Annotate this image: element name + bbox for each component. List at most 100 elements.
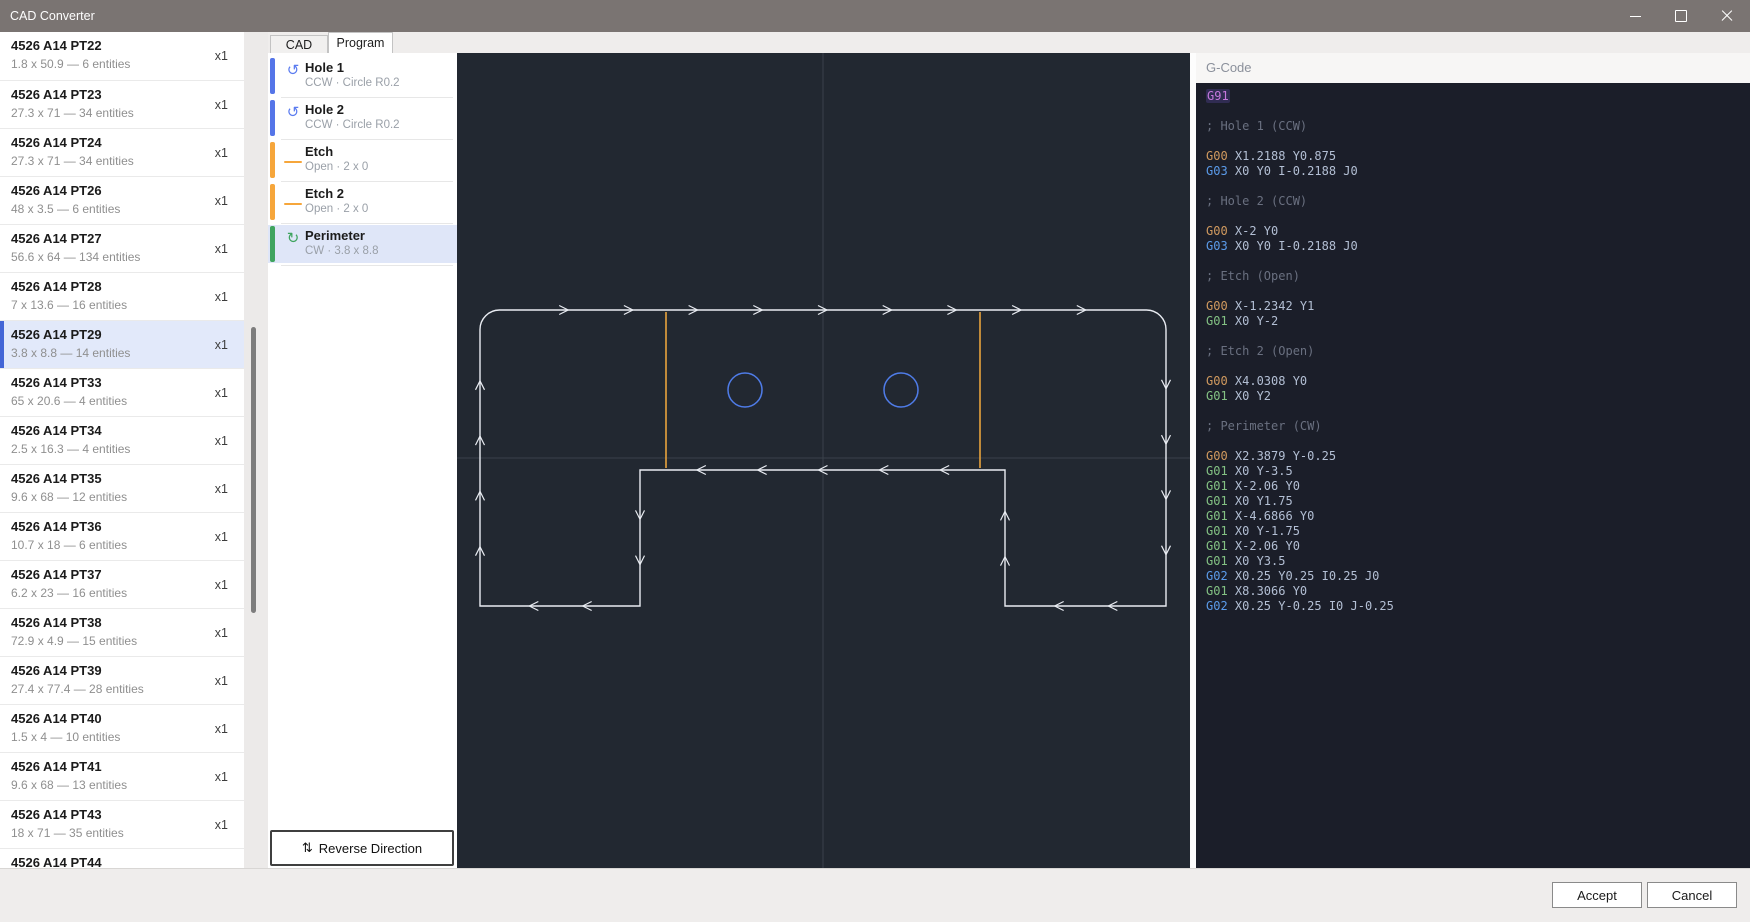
- part-quantity: x1: [215, 129, 228, 177]
- cw-circle-icon: ↻: [282, 225, 304, 251]
- part-list-item[interactable]: 4526 A14 PT37 6.2 x 23 — 16 entities x1: [0, 560, 244, 608]
- operation-row-hole-1[interactable]: ↺Hole 1CCW · Circle R0.2: [268, 57, 457, 95]
- part-list-item[interactable]: 4526 A14 PT4318 x 71 — 35 entitiesx1: [0, 800, 244, 848]
- gcode-line: G00 X-1.2342 Y1: [1206, 299, 1740, 314]
- part-quantity: x1: [215, 465, 228, 513]
- gcode-line: [1206, 359, 1740, 374]
- part-quantity: x1: [215, 609, 228, 657]
- part-name: 4526 A14 PT44: [11, 855, 102, 868]
- operation-separator: [281, 223, 453, 224]
- gcode-line: G01 X0 Y-2: [1206, 314, 1740, 329]
- part-quantity: x1: [215, 849, 228, 868]
- operation-name: Perimeter: [305, 228, 365, 243]
- operation-row-hole-2[interactable]: ↺Hole 2CCW · Circle R0.2: [268, 99, 457, 137]
- part-list-item[interactable]: 4526 A14 PT342.5 x 16.3 — 4 entitiesx1: [0, 416, 244, 464]
- part-list-item[interactable]: 4526 A14 PT44 x1: [0, 848, 244, 868]
- part-list-item[interactable]: 4526 A14 PT3610.7 x 18 — 6 entitiesx1: [0, 512, 244, 560]
- part-quantity: x1: [215, 32, 228, 80]
- operation-name: Etch 2: [305, 186, 344, 201]
- part-quantity: x1: [215, 753, 228, 801]
- ccw-circle-icon: ↺: [282, 57, 304, 83]
- gcode-line: G01 X-2.06 Y0: [1206, 539, 1740, 554]
- gcode-line: [1206, 104, 1740, 119]
- gcode-line: [1206, 434, 1740, 449]
- gcode-line: [1206, 284, 1740, 299]
- line-icon: [282, 149, 304, 175]
- titlebar: CAD Converter: [0, 0, 1750, 32]
- operation-separator: [281, 139, 453, 140]
- part-list-item[interactable]: 4526 A14 PT221.8 x 50.9 — 6 entitiesx1: [0, 32, 244, 80]
- gcode-header: G-Code: [1196, 53, 1750, 83]
- gcode-line: [1206, 134, 1740, 149]
- part-quantity: x1: [215, 561, 228, 609]
- etch-line-glyph: [284, 161, 302, 163]
- part-name: 4526 A14 PT39: [11, 663, 102, 678]
- minimize-button[interactable]: [1612, 0, 1658, 32]
- line-icon: [282, 191, 304, 217]
- operation-row-perimeter[interactable]: ↻PerimeterCW · 3.8 x 8.8: [268, 225, 457, 263]
- part-quantity: x1: [215, 657, 228, 705]
- part-list-item[interactable]: 4526 A14 PT2756.6 x 64 — 134 entitiesx1: [0, 224, 244, 272]
- operation-subtitle: Open · 2 x 0: [305, 203, 368, 215]
- tab-cad-view[interactable]: CAD View: [270, 35, 328, 53]
- gcode-line: ; Etch (Open): [1206, 269, 1740, 284]
- maximize-icon: [1675, 10, 1687, 22]
- gcode-line: ; Etch 2 (Open): [1206, 344, 1740, 359]
- gcode-line: [1206, 404, 1740, 419]
- part-dimensions: 18 x 71 — 35 entities: [11, 826, 124, 840]
- part-dimensions: 1.8 x 50.9 — 6 entities: [11, 57, 130, 71]
- gcode-line: ; Hole 1 (CCW): [1206, 119, 1740, 134]
- close-button[interactable]: [1704, 0, 1750, 32]
- gcode-line: ; Perimeter (CW): [1206, 419, 1740, 434]
- part-list-item[interactable]: 4526 A14 PT3365 x 20.6 — 4 entitiesx1: [0, 368, 244, 416]
- part-dimensions: 10.7 x 18 — 6 entities: [11, 538, 127, 552]
- accept-button[interactable]: Accept: [1552, 882, 1642, 908]
- gcode-line: G01 X-4.6866 Y0: [1206, 509, 1740, 524]
- maximize-button[interactable]: [1658, 0, 1704, 32]
- part-list-item[interactable]: 4526 A14 PT401.5 x 4 — 10 entitiesx1: [0, 704, 244, 752]
- tab-program[interactable]: Program: [328, 32, 393, 53]
- gcode-line: G91: [1206, 89, 1740, 104]
- operation-row-etch[interactable]: EtchOpen · 2 x 0: [268, 141, 457, 179]
- part-list-item[interactable]: 4526 A14 PT2648 x 3.5 — 6 entitiesx1: [0, 176, 244, 224]
- part-name: 4526 A14 PT27: [11, 231, 102, 246]
- reverse-direction-button[interactable]: ⇅ Reverse Direction: [270, 830, 454, 866]
- part-list-item[interactable]: 4526 A14 PT2327.3 x 71 — 34 entitiesx1: [0, 80, 244, 128]
- gcode-title: G-Code: [1206, 60, 1252, 75]
- part-list-item[interactable]: 4526 A14 PT41 9.6 x 68 — 13 entities x1: [0, 752, 244, 800]
- operation-subtitle: CCW · Circle R0.2: [305, 119, 400, 131]
- part-list-item[interactable]: 4526 A14 PT287 x 13.6 — 16 entitiesx1: [0, 272, 244, 320]
- part-dimensions: 3.8 x 8.8 — 14 entities: [11, 346, 130, 360]
- part-dimensions: 27.3 x 71 — 34 entities: [11, 106, 134, 120]
- part-dimensions: 6.2 x 23 — 16 entities: [11, 586, 127, 600]
- part-name: 4526 A14 PT41: [11, 759, 102, 774]
- part-dimensions: 9.6 x 68 — 13 entities: [11, 778, 127, 792]
- operation-row-etch-2[interactable]: Etch 2 Open · 2 x 0: [268, 183, 457, 221]
- minimize-icon: [1630, 16, 1641, 17]
- parts-list-scrollbar-thumb[interactable]: [251, 327, 256, 613]
- part-list-item[interactable]: 4526 A14 PT2427.3 x 71 — 34 entitiesx1: [0, 128, 244, 176]
- gcode-line: G01 X-2.06 Y0: [1206, 479, 1740, 494]
- gcode-line: G01 X0 Y-3.5: [1206, 464, 1740, 479]
- gcode-line: ; Hole 2 (CCW): [1206, 194, 1740, 209]
- part-list-item[interactable]: 4526 A14 PT3927.4 x 77.4 — 28 entitiesx1: [0, 656, 244, 704]
- operation-subtitle: CCW · Circle R0.2: [305, 77, 400, 89]
- part-name: 4526 A14 PT37: [11, 567, 102, 582]
- footer-bar: Accept Cancel: [0, 868, 1750, 922]
- parts-list-scrollbar-track[interactable]: [244, 32, 268, 868]
- gcode-line: G01 X0 Y1.75: [1206, 494, 1740, 509]
- gcode-line: G01 X8.3066 Y0: [1206, 584, 1740, 599]
- gcode-line: G00 X2.3879 Y-0.25: [1206, 449, 1740, 464]
- cad-viewport[interactable]: [457, 53, 1190, 868]
- operation-separator: [281, 181, 453, 182]
- part-list-item[interactable]: 4526 A14 PT359.6 x 68 — 12 entitiesx1: [0, 464, 244, 512]
- part-list-item[interactable]: 4526 A14 PT3872.9 x 4.9 — 15 entitiesx1: [0, 608, 244, 656]
- part-dimensions: 2.5 x 16.3 — 4 entities: [11, 442, 130, 456]
- gcode-line: G01 X0 Y2: [1206, 389, 1740, 404]
- part-name: 4526 A14 PT40: [11, 711, 102, 726]
- cancel-button[interactable]: Cancel: [1647, 882, 1737, 908]
- part-name: 4526 A14 PT33: [11, 375, 102, 390]
- part-list-item[interactable]: 4526 A14 PT293.8 x 8.8 — 14 entitiesx1: [0, 320, 244, 368]
- close-icon: [1721, 10, 1733, 22]
- part-quantity: x1: [215, 81, 228, 129]
